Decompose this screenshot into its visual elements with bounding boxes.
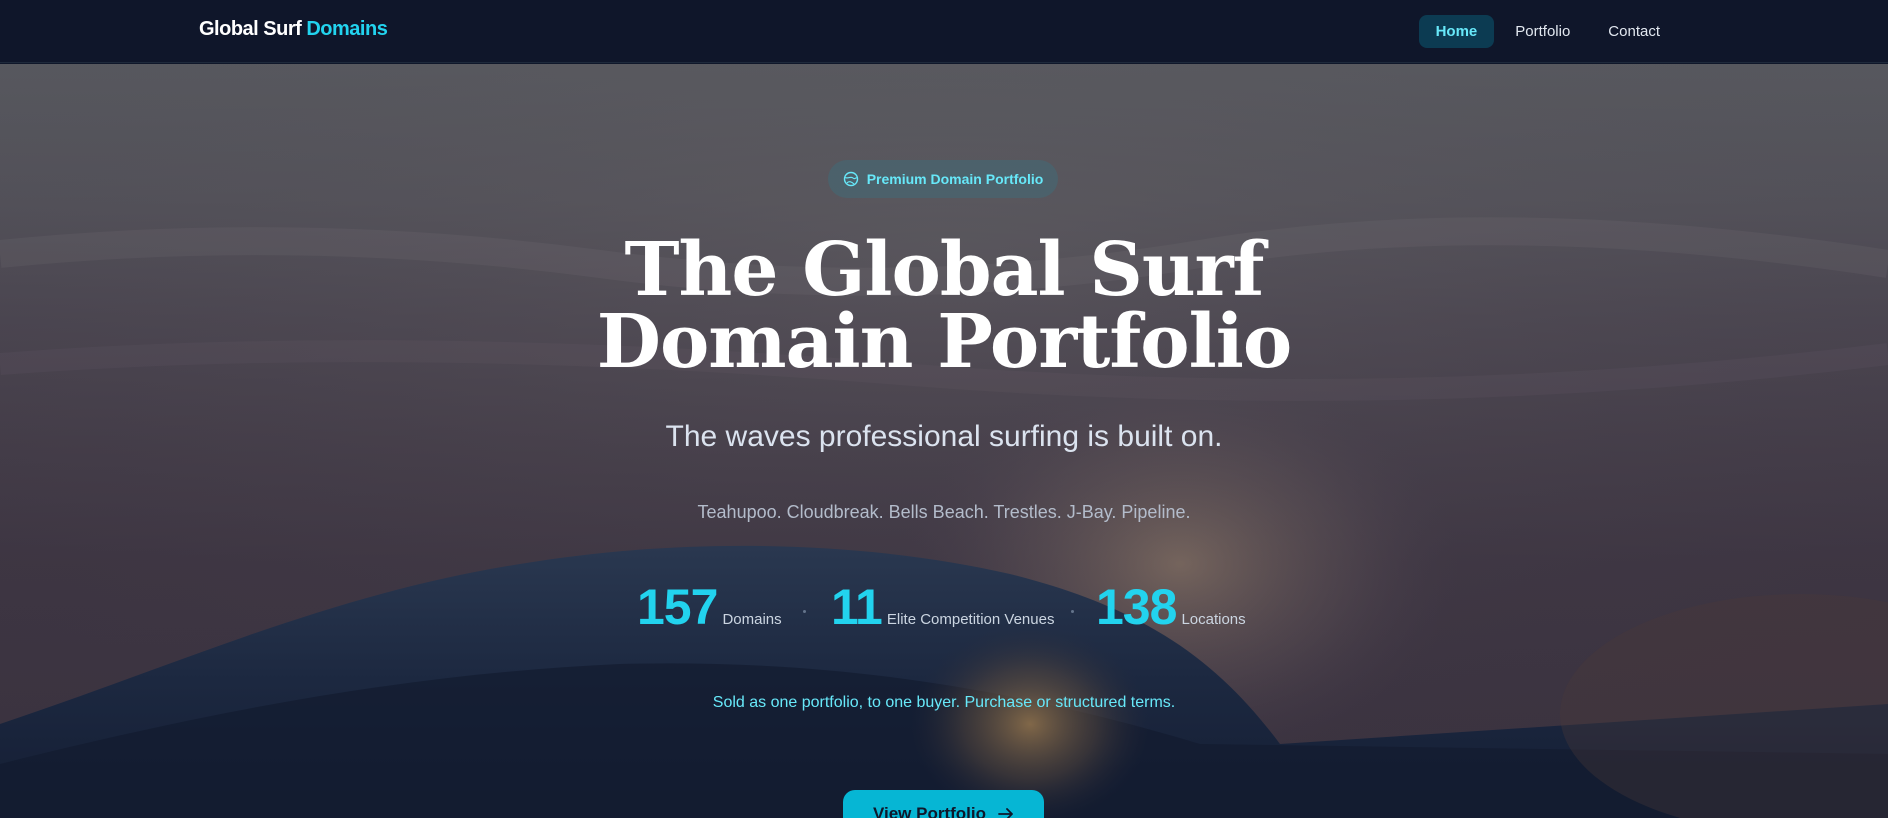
stat-domains-value: 157: [637, 579, 718, 635]
brand-logo[interactable]: Global Surf Domains: [199, 18, 388, 41]
stat-divider-dot: [1071, 610, 1074, 613]
view-portfolio-button[interactable]: View Portfolio: [843, 790, 1044, 818]
nav-link-home[interactable]: Home: [1418, 15, 1495, 48]
hero-content: Premium Domain Portfolio The Global Surf…: [0, 64, 1888, 818]
sale-terms: Sold as one portfolio, to one buyer. Pur…: [712, 694, 1176, 711]
stat-venues: 11 Elite Competition Venues: [831, 578, 1054, 636]
venue-list: Teahupoo. Cloudbreak. Bells Beach. Trest…: [697, 502, 1191, 522]
globe-icon: [843, 171, 858, 187]
stat-domains-label: Domains: [722, 611, 782, 628]
stats-row: 157 Domains 11 Elite Competition Venues …: [0, 578, 1888, 638]
hero-title-line2: Domain Portfolio: [596, 299, 1292, 385]
stat-divider-dot: [803, 610, 806, 613]
stat-locations: 138 Locations: [1096, 578, 1246, 636]
premium-badge: Premium Domain Portfolio: [828, 160, 1058, 198]
nav-link-contact[interactable]: Contact: [1591, 15, 1677, 48]
stat-venues-value: 11: [831, 579, 883, 635]
hero-title: The Global Surf Domain Portfolio: [0, 233, 1888, 379]
brand-main-text: Global Surf: [199, 18, 302, 40]
hero-section: Premium Domain Portfolio The Global Surf…: [0, 64, 1888, 818]
stat-venues-label: Elite Competition Venues: [886, 611, 1055, 628]
stat-locations-label: Locations: [1181, 611, 1246, 628]
badge-label: Premium Domain Portfolio: [866, 171, 1044, 187]
brand-accent-text: Domains: [306, 18, 388, 40]
stat-domains: 157 Domains: [637, 578, 782, 636]
nav-links: Home Portfolio Contact: [1418, 15, 1677, 48]
hero-subtitle: The waves professional surfing is built …: [665, 420, 1223, 453]
nav-link-portfolio[interactable]: Portfolio: [1498, 15, 1587, 48]
cta-label: View Portfolio: [872, 804, 987, 818]
top-navbar: Global Surf Domains Home Portfolio Conta…: [0, 0, 1888, 63]
arrow-right-icon: [998, 808, 1013, 818]
stat-locations-value: 138: [1096, 579, 1177, 635]
